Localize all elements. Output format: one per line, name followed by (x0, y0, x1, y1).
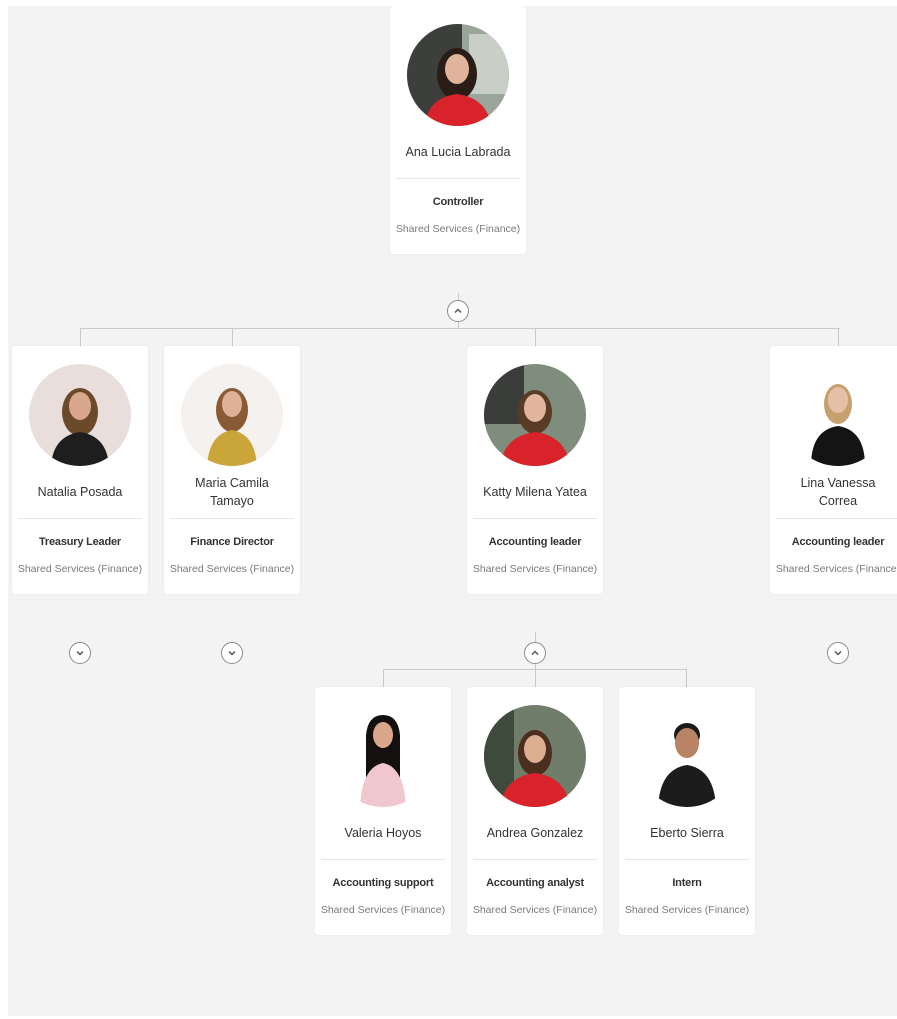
employee-role: Controller (432, 196, 484, 208)
avatar (181, 364, 283, 466)
connector (80, 328, 81, 346)
employee-name: Andrea Gonzalez (486, 826, 584, 840)
employee-department: Shared Services (Finance) (395, 223, 521, 235)
avatar (29, 364, 131, 466)
collapse-toggle[interactable] (524, 642, 546, 664)
employee-role: Accounting analyst (486, 877, 584, 889)
connector (535, 328, 536, 346)
chevron-down-icon (834, 650, 842, 656)
connector (232, 328, 233, 346)
expand-toggle[interactable] (221, 642, 243, 664)
employee-department: Shared Services (Finance) (472, 563, 598, 575)
employee-name: Eberto Sierra (650, 826, 724, 840)
avatar (332, 705, 434, 807)
employee-role: Intern (672, 877, 702, 889)
divider (321, 859, 445, 860)
connector (535, 669, 536, 687)
avatar (787, 364, 889, 466)
divider (396, 178, 520, 179)
connector (383, 669, 384, 687)
employee-department: Shared Services (Finance) (775, 563, 897, 575)
employee-department: Shared Services (Finance) (17, 563, 143, 575)
org-chart-canvas[interactable]: Ana Lucia Labrada Controller Shared Serv… (8, 6, 897, 1016)
divider (18, 518, 142, 519)
employee-department: Shared Services (Finance) (472, 904, 598, 916)
employee-name: Katty Milena Yatea (483, 485, 587, 499)
avatar (484, 705, 586, 807)
divider (473, 518, 597, 519)
employee-department: Shared Services (Finance) (624, 904, 750, 916)
expand-toggle[interactable] (827, 642, 849, 664)
employee-card[interactable]: Maria Camila Tamayo Finance Director Sha… (164, 346, 300, 594)
employee-name: Natalia Posada (37, 485, 123, 499)
chevron-down-icon (228, 650, 236, 656)
employee-card[interactable]: Katty Milena Yatea Accounting leader Sha… (467, 346, 603, 594)
avatar (407, 24, 509, 126)
employee-card[interactable]: Lina Vanessa Correa Accounting leader Sh… (770, 346, 897, 594)
chevron-down-icon (76, 650, 84, 656)
employee-role: Finance Director (190, 536, 274, 548)
employee-department: Shared Services (Finance) (169, 563, 295, 575)
connector (686, 669, 687, 687)
employee-card[interactable]: Valeria Hoyos Accounting support Shared … (315, 687, 451, 935)
divider (625, 859, 749, 860)
employee-role: Accounting support (332, 877, 434, 889)
employee-role: Accounting leader (488, 536, 582, 548)
employee-role: Accounting leader (791, 536, 885, 548)
connector (838, 328, 839, 346)
expand-toggle[interactable] (69, 642, 91, 664)
employee-card-root[interactable]: Ana Lucia Labrada Controller Shared Serv… (390, 6, 526, 254)
collapse-toggle-root[interactable] (447, 300, 469, 322)
avatar (636, 705, 738, 807)
employee-role: Treasury Leader (39, 536, 121, 548)
divider (473, 859, 597, 860)
chevron-up-icon (454, 308, 462, 314)
employee-card[interactable]: Eberto Sierra Intern Shared Services (Fi… (619, 687, 755, 935)
connector (80, 328, 840, 329)
employee-department: Shared Services (Finance) (320, 904, 446, 916)
divider (776, 518, 897, 519)
avatar (484, 364, 586, 466)
employee-name: Maria Camila Tamayo (195, 476, 269, 508)
employee-name: Lina Vanessa Correa (800, 476, 876, 508)
employee-card[interactable]: Natalia Posada Treasury Leader Shared Se… (12, 346, 148, 594)
divider (170, 518, 294, 519)
chevron-up-icon (531, 650, 539, 656)
employee-card[interactable]: Andrea Gonzalez Accounting analyst Share… (467, 687, 603, 935)
employee-name: Valeria Hoyos (344, 826, 422, 840)
employee-name: Ana Lucia Labrada (405, 145, 511, 159)
